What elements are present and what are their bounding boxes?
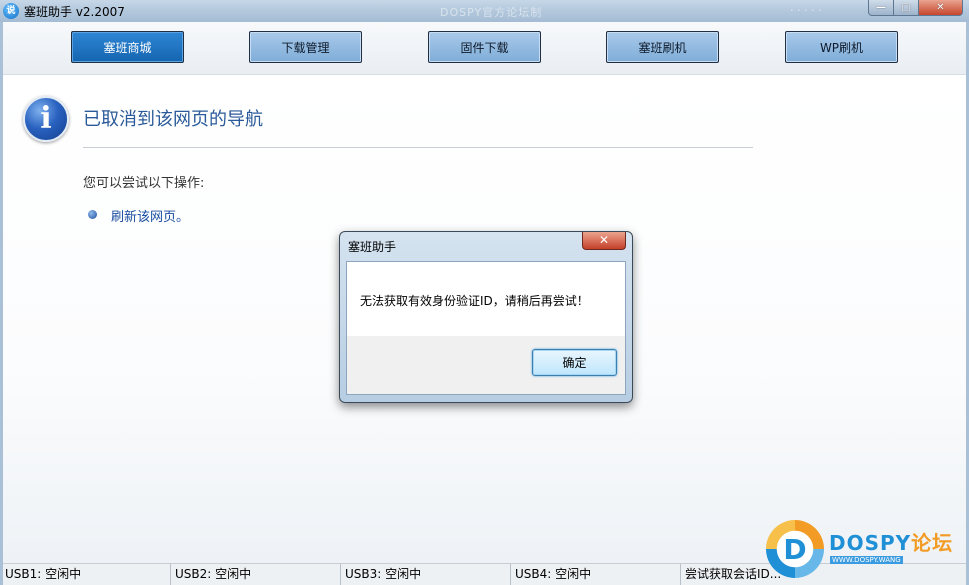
bullet-icon — [88, 210, 97, 219]
title-bar: 说 塞班助手 v2.2007 DOSPY官方论坛制 · · · · · — □ … — [0, 0, 969, 22]
error-dialog: 塞班助手 ✕ 无法获取有效身份验证ID，请稍后再尝试！ 确定 — [339, 231, 633, 403]
tab-symbian-flash[interactable]: 塞班刷机 — [606, 31, 719, 63]
app-icon: 说 — [3, 3, 19, 19]
dialog-close-button[interactable]: ✕ — [582, 232, 626, 250]
close-icon: ✕ — [598, 233, 610, 247]
minimize-icon: — — [876, 2, 886, 13]
status-bar: USB1: 空闲中 USB2: 空闲中 USB3: 空闲中 USB4: 空闲中 … — [3, 563, 966, 585]
maximize-icon: □ — [901, 2, 911, 13]
tab-bar: 塞班商城 下载管理 固件下载 塞班刷机 WP刷机 — [3, 22, 966, 75]
dospy-logo-text: DOSPY论坛 — [829, 527, 953, 556]
dialog-footer: 确定 — [347, 336, 625, 394]
dialog-body: 无法获取有效身份验证ID，请稍后再尝试！ 确定 — [346, 261, 626, 395]
refresh-link[interactable]: 刷新该网页。 — [111, 206, 189, 225]
maximize-button[interactable]: □ — [894, 0, 919, 16]
dospy-url: WWW.DOSPY.WANG — [830, 556, 903, 564]
tab-firmware-download[interactable]: 固件下载 — [428, 31, 541, 63]
dospy-logo-icon: D — [766, 520, 824, 578]
close-icon: ✕ — [936, 2, 945, 13]
tab-wp-flash[interactable]: WP刷机 — [785, 31, 898, 63]
dospy-name: DOSPY — [829, 531, 912, 555]
status-usb2: USB2: 空闲中 — [173, 564, 341, 585]
page-subtitle: 您可以尝试以下操作: — [83, 176, 205, 191]
minimize-button[interactable]: — — [868, 0, 894, 16]
status-usb4: USB4: 空闲中 — [513, 564, 681, 585]
dialog-message: 无法获取有效身份验证ID，请稍后再尝试！ — [360, 294, 589, 308]
window-controls: — □ ✕ — [868, 0, 963, 16]
window-title: 塞班助手 v2.2007 — [24, 5, 125, 19]
tab-download-manager[interactable]: 下载管理 — [249, 31, 362, 63]
info-icon: i — [23, 96, 69, 142]
status-usb1: USB1: 空闲中 — [3, 564, 171, 585]
title-watermark: DOSPY官方论坛制 — [440, 6, 543, 19]
page-title: 已取消到该网页的导航 — [83, 109, 263, 130]
title-watermark-dots: · · · · · — [790, 4, 822, 17]
status-usb3: USB3: 空闲中 — [343, 564, 511, 585]
status-session: 尝试获取会话ID... — [685, 567, 782, 581]
dospy-name-accent: 论坛 — [911, 531, 954, 555]
close-button[interactable]: ✕ — [919, 0, 963, 16]
page-divider — [83, 147, 753, 148]
dialog-title: 塞班助手 — [348, 240, 397, 254]
ok-button[interactable]: 确定 — [532, 349, 617, 376]
tab-symbian-store[interactable]: 塞班商城 — [71, 31, 184, 63]
